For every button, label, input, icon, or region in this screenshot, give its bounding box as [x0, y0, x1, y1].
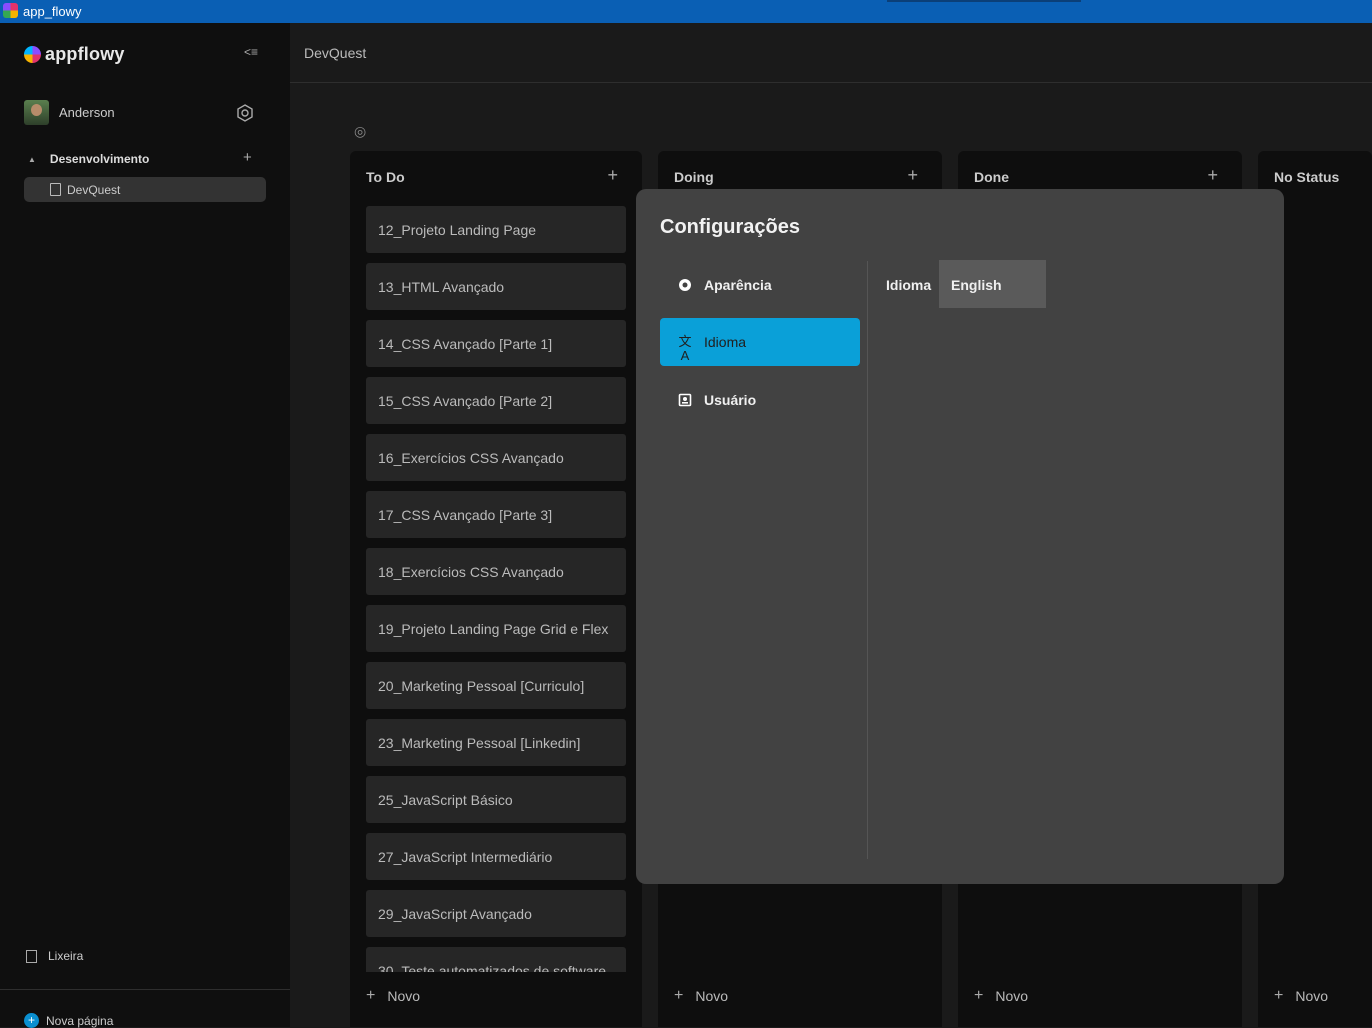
avatar [24, 100, 49, 125]
new-card-button[interactable]: + Novo [974, 987, 1028, 1005]
window-title: app_flowy [23, 4, 82, 19]
board-card[interactable]: 15_CSS Avançado [Parte 2] [366, 377, 626, 424]
board-card[interactable]: 14_CSS Avançado [Parte 1] [366, 320, 626, 367]
settings-dialog: Configurações Aparência 文A Idioma Usuári… [636, 189, 1284, 884]
divider [867, 261, 868, 859]
card-title: 19_Projeto Landing Page Grid e Flex [378, 620, 609, 637]
settings-menu-language[interactable]: 文A Idioma [660, 318, 860, 366]
new-card-label: Novo [387, 988, 421, 1004]
document-icon [50, 183, 61, 196]
card-title: 23_Marketing Pessoal [Linkedin] [378, 734, 581, 751]
board-card[interactable]: 16_Exercícios CSS Avançado [366, 434, 626, 481]
logo-text: appflowy [45, 44, 125, 64]
card-title: 29_JavaScript Avançado [378, 905, 532, 922]
settings-menu-appearance[interactable]: Aparência [660, 261, 860, 309]
menu-label: Idioma [704, 334, 747, 350]
trash-icon [26, 949, 37, 963]
plus-icon: + [1274, 987, 1284, 1004]
new-card-button[interactable]: + Novo [674, 987, 728, 1005]
board-settings-icon[interactable]: ◎ [354, 123, 366, 140]
language-label: Idioma [886, 277, 932, 293]
menu-label: Aparência [704, 277, 772, 293]
card-title: 13_HTML Avançado [378, 278, 505, 295]
card-title: 20_Marketing Pessoal [Curriculo] [378, 677, 585, 694]
board-card[interactable]: 12_Projeto Landing Page [366, 206, 626, 253]
card-title: 25_JavaScript Básico [378, 791, 513, 808]
board-card[interactable]: 13_HTML Avançado [366, 263, 626, 310]
column-title: To Do [366, 169, 405, 185]
board-card[interactable]: 29_JavaScript Avançado [366, 890, 626, 937]
user-card-icon [678, 393, 692, 407]
plus-icon: + [674, 987, 684, 1004]
language-select[interactable]: English [939, 260, 1046, 308]
new-page-button[interactable]: + Nova página [24, 1013, 113, 1028]
logo-icon [24, 46, 41, 63]
add-card-icon[interactable]: + [607, 165, 618, 186]
section-desenvolvimento[interactable]: ▲ Desenvolvimento [28, 152, 149, 166]
card-title: 15_CSS Avançado [Parte 2] [378, 392, 553, 409]
section-label: Desenvolvimento [49, 152, 150, 166]
plus-icon: + [974, 987, 984, 1004]
translate-icon: 文A [678, 334, 692, 363]
add-card-icon[interactable]: + [907, 165, 918, 186]
plus-icon: + [24, 1013, 39, 1028]
board-card[interactable]: 27_JavaScript Intermediário [366, 833, 626, 880]
add-card-icon[interactable]: + [1207, 165, 1218, 186]
user-profile[interactable]: Anderson [24, 100, 115, 125]
board-card[interactable]: 25_JavaScript Básico [366, 776, 626, 823]
board-card[interactable]: 23_Marketing Pessoal [Linkedin] [366, 719, 626, 766]
appearance-icon [678, 278, 692, 292]
sidebar-item-devquest[interactable]: DevQuest [24, 177, 266, 202]
new-card-label: Novo [995, 988, 1029, 1004]
settings-menu-user[interactable]: Usuário [660, 376, 860, 424]
language-value: English [951, 277, 1002, 293]
window-titlebar: app_flowy [0, 0, 1372, 23]
main-header: DevQuest [290, 23, 1372, 83]
new-card-button[interactable]: + Novo [1274, 987, 1328, 1005]
caret-up-icon: ▲ [28, 154, 36, 164]
menu-label: Usuário [704, 392, 757, 408]
dialog-title: Configurações [660, 216, 801, 238]
card-title: 16_Exercícios CSS Avançado [378, 449, 564, 466]
new-card-label: Novo [1295, 988, 1329, 1004]
add-page-icon[interactable]: + [243, 149, 252, 166]
board-card[interactable]: 30_Teste automatizados de software [366, 947, 626, 972]
sidebar-item-label: DevQuest [67, 182, 121, 197]
new-page-label: Nova página [46, 1013, 114, 1028]
new-card-label: Novo [695, 988, 729, 1004]
card-title: 30_Teste automatizados de software [378, 962, 607, 973]
card-title: 17_CSS Avançado [Parte 3] [378, 506, 553, 523]
trash-button[interactable]: Lixeira [26, 949, 83, 963]
board-card[interactable]: 17_CSS Avançado [Parte 3] [366, 491, 626, 538]
titlebar-highlight [887, 0, 1081, 2]
appflowy-logo: appflowy [24, 44, 125, 65]
card-title: 12_Projeto Landing Page [378, 221, 537, 238]
collapse-sidebar-icon[interactable]: <≡ [244, 45, 258, 59]
divider [0, 989, 290, 990]
card-title: 27_JavaScript Intermediário [378, 848, 553, 865]
column-title: Done [974, 169, 1009, 185]
breadcrumb[interactable]: DevQuest [304, 45, 366, 61]
user-name: Anderson [59, 105, 115, 120]
board-card[interactable]: 20_Marketing Pessoal [Curriculo] [366, 662, 626, 709]
settings-icon[interactable] [236, 104, 254, 122]
sidebar: appflowy <≡ Anderson ▲ Desenvolvimento +… [0, 23, 290, 1028]
new-card-button[interactable]: + Novo [366, 987, 420, 1005]
card-list: 12_Projeto Landing Page 13_HTML Avançado… [366, 206, 626, 972]
column-title: No Status [1274, 169, 1340, 185]
plus-icon: + [366, 987, 376, 1004]
card-title: 18_Exercícios CSS Avançado [378, 563, 564, 580]
board-column-todo: To Do + 12_Projeto Landing Page 13_HTML … [350, 151, 642, 1027]
column-title: Doing [674, 169, 714, 185]
trash-label: Lixeira [48, 949, 84, 963]
board-card[interactable]: 19_Projeto Landing Page Grid e Flex [366, 605, 626, 652]
board-card[interactable]: 18_Exercícios CSS Avançado [366, 548, 626, 595]
card-title: 14_CSS Avançado [Parte 1] [378, 335, 553, 352]
app-icon [3, 3, 18, 18]
